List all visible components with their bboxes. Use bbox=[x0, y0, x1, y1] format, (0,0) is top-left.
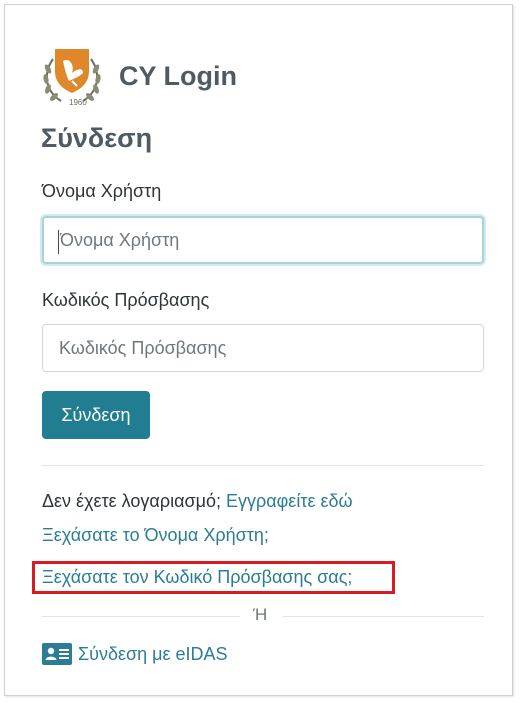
eidas-login-link[interactable]: Σύνδεση με eIDAS bbox=[42, 643, 228, 665]
register-prompt: Δεν έχετε λογαριασμό; Εγγραφείτε εδώ bbox=[42, 491, 353, 512]
login-card: 1960 CY Login Σύνδεση Όνομα Χρήστη Κωδικ… bbox=[4, 4, 513, 696]
password-input[interactable] bbox=[42, 324, 484, 372]
divider bbox=[42, 465, 484, 466]
register-link[interactable]: Εγγραφείτε εδώ bbox=[226, 491, 353, 511]
username-label: Όνομα Χρήστη bbox=[42, 181, 162, 201]
cyprus-coat-of-arms-icon: 1960 bbox=[43, 49, 101, 107]
text-caret bbox=[58, 230, 59, 254]
forgot-username-link[interactable]: Ξεχάσατε το Όνομα Χρήστη; bbox=[42, 525, 269, 545]
svg-text:1960: 1960 bbox=[69, 98, 87, 107]
highlight-box bbox=[32, 561, 395, 594]
or-divider-right bbox=[283, 616, 484, 617]
id-card-icon bbox=[42, 643, 72, 665]
username-input[interactable] bbox=[42, 216, 484, 264]
login-button[interactable]: Σύνδεση bbox=[42, 391, 150, 439]
forgot-username-row: Ξεχάσατε το Όνομα Χρήστη; bbox=[42, 525, 269, 546]
no-account-text: Δεν έχετε λογαριασμό; bbox=[42, 491, 221, 511]
brand-header: 1960 CY Login bbox=[39, 43, 237, 109]
or-divider-left bbox=[42, 616, 240, 617]
page-title: Σύνδεση bbox=[41, 123, 153, 153]
password-label: Κωδικός Πρόσβασης bbox=[42, 290, 210, 310]
or-divider-text: Ή bbox=[253, 605, 268, 624]
brand-name: CY Login bbox=[119, 60, 237, 91]
eidas-login-label: Σύνδεση με eIDAS bbox=[78, 643, 228, 664]
